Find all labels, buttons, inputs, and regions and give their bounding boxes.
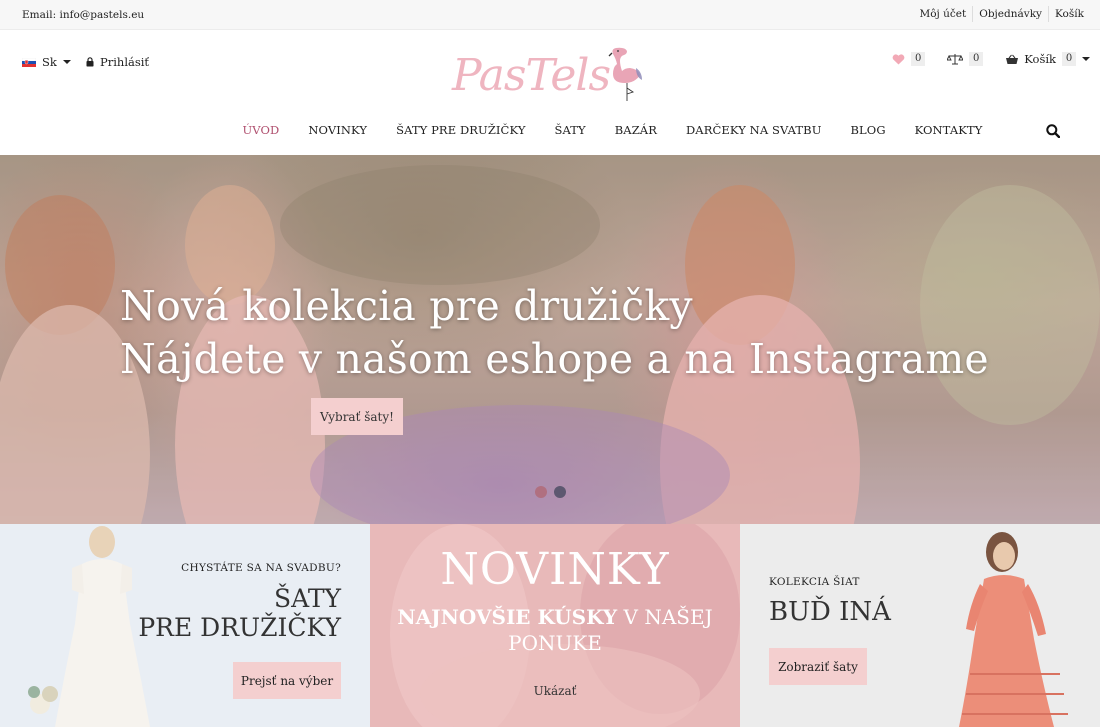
login-label: Prihlásiť	[100, 55, 150, 69]
hero-heading: Nová kolekcia pre družičky Nájdete v naš…	[120, 280, 989, 386]
nav-item-wedding-gifts[interactable]: DARČEKY NA SVATBU	[671, 123, 836, 137]
cart-label: Košík	[1024, 52, 1056, 66]
nav-item-bridesmaid-dresses[interactable]: ŠATY PRE DRUŽIČKY	[382, 123, 540, 137]
news-title: NOVINKY	[440, 544, 670, 595]
chevron-down-icon	[62, 60, 71, 64]
promo-collection[interactable]: KOLEKCIA ŠIAT BUĎ INÁ Zobraziť šaty	[740, 524, 1100, 727]
main-navigation: ÚVOD NOVINKY ŠATY PRE DRUŽIČKY ŠATY BAZÁ…	[0, 108, 1100, 155]
nav-item-contacts[interactable]: KONTAKTY	[900, 123, 997, 137]
bridesmaids-title-line-1: ŠATY	[274, 584, 341, 613]
bridesmaids-title-line-2: PRE DRUŽIČKY	[138, 613, 341, 642]
show-dresses-button[interactable]: Zobraziť šaty	[769, 648, 867, 685]
account-links: Môj účet Objednávky Košík	[913, 6, 1090, 22]
scales-icon	[947, 54, 964, 65]
cart-count: 0	[1062, 52, 1076, 66]
hero-line-1: Nová kolekcia pre družičky	[120, 282, 693, 330]
wishlist-button[interactable]: 0	[892, 52, 926, 66]
pastels-logo[interactable]: PasTels	[450, 42, 655, 104]
nav-item-bazaar[interactable]: BAZÁR	[600, 123, 671, 137]
cart-link[interactable]: Košík	[1048, 6, 1090, 22]
header-actions: 0 0 Košík 0	[870, 52, 1090, 66]
chevron-down-icon	[1082, 57, 1090, 61]
my-account-link[interactable]: Môj účet	[913, 6, 972, 22]
promo-news[interactable]: NOVINKY NAJNOVŠIE KÚSKY V NAŠEJ PONUKE U…	[370, 524, 740, 727]
basket-icon	[1006, 54, 1019, 64]
go-to-selection-button[interactable]: Prejsť na výber	[233, 662, 341, 699]
slider-dot-2[interactable]	[554, 486, 566, 498]
collection-kicker: KOLEKCIA ŠIAT	[769, 576, 860, 588]
slider-dot-1[interactable]	[535, 486, 547, 498]
language-selector[interactable]: Sk	[22, 55, 71, 69]
cart-button[interactable]: Košík 0	[1005, 52, 1090, 66]
choose-dresses-button[interactable]: Vybrať šaty!	[311, 398, 403, 435]
nav-item-dresses[interactable]: ŠATY	[540, 123, 600, 137]
wishlist-count: 0	[911, 52, 926, 66]
heart-icon	[892, 53, 905, 64]
search-icon[interactable]	[1046, 124, 1060, 138]
contact-email: Email: info@pastels.eu	[22, 9, 145, 21]
compare-count: 0	[969, 52, 984, 66]
nav-item-home[interactable]: ÚVOD	[228, 123, 294, 137]
nav-item-blog[interactable]: BLOG	[836, 123, 900, 137]
slovakia-flag-icon	[22, 57, 36, 67]
hero-slider[interactable]: Nová kolekcia pre družičky Nájdete v naš…	[0, 155, 1100, 524]
show-link[interactable]: Ukázať	[370, 684, 740, 698]
bridesmaids-kicker: CHYSTÁTE SA NA SVADBU?	[181, 562, 341, 574]
model-photo	[959, 532, 1068, 727]
top-bar: Email: info@pastels.eu Môj účet Objednáv…	[0, 0, 1100, 30]
promo-bridesmaids[interactable]: CHYSTÁTE SA NA SVADBU? ŠATY PRE DRUŽIČKY…	[0, 524, 370, 727]
login-link[interactable]: Prihlásiť	[86, 55, 149, 69]
hero-line-2: Nájdete v našom eshope a na Instagrame	[120, 335, 989, 383]
bridesmaids-title: ŠATY PRE DRUŽIČKY	[138, 584, 341, 642]
flamingo-icon	[608, 47, 642, 101]
orders-link[interactable]: Objednávky	[972, 6, 1048, 22]
news-subtitle-bold: NAJNOVŠIE KÚSKY	[397, 605, 618, 629]
collection-title: BUĎ INÁ	[769, 597, 891, 627]
svg-text:PasTels: PasTels	[451, 50, 610, 101]
header: Sk Prihlásiť PasTels 0 0 Košík 0	[0, 30, 1100, 108]
language-label: Sk	[42, 55, 57, 69]
news-subtitle: NAJNOVŠIE KÚSKY V NAŠEJ PONUKE	[390, 604, 720, 656]
lock-icon	[86, 57, 94, 67]
slider-dots	[535, 486, 573, 498]
nav-item-news[interactable]: NOVINKY	[294, 123, 382, 137]
compare-button[interactable]: 0	[947, 52, 984, 66]
